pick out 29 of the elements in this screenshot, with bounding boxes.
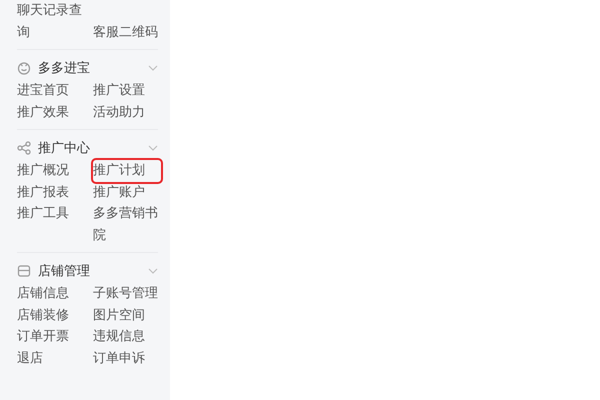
menu-item[interactable]: 店铺信息 bbox=[17, 283, 85, 304]
menu-item[interactable]: 违规信息 bbox=[93, 326, 161, 348]
store-icon bbox=[17, 264, 31, 278]
menu-item[interactable]: 子账号管理 bbox=[93, 283, 161, 304]
section-title: 推广中心 bbox=[38, 140, 91, 157]
share-icon bbox=[17, 141, 31, 155]
menu-item[interactable]: 订单申诉 bbox=[93, 348, 161, 369]
menu-item[interactable]: 店铺装修 bbox=[17, 304, 85, 326]
smiley-bag-icon bbox=[17, 61, 31, 75]
menu-item[interactable]: 多多营销书院 bbox=[93, 203, 161, 246]
menu-item[interactable]: 聊天记录查询 bbox=[17, 0, 85, 43]
menu-item[interactable]: 图片空间 bbox=[93, 304, 161, 326]
menu-item[interactable]: 活动助力 bbox=[93, 102, 161, 123]
chevron-icon[interactable] bbox=[148, 145, 158, 151]
menu-item[interactable]: 推广效果 bbox=[17, 102, 85, 123]
menu-item[interactable]: 推广账户 bbox=[93, 182, 161, 203]
menu-item[interactable]: 推广概况 bbox=[17, 160, 85, 182]
menu-item[interactable]: 推广报表 bbox=[17, 182, 85, 203]
chevron-icon[interactable] bbox=[148, 268, 158, 274]
section-title: 店铺管理 bbox=[38, 263, 91, 280]
menu-item[interactable]: 进宝首页 bbox=[17, 80, 85, 102]
menu-item[interactable]: 退店 bbox=[17, 348, 85, 369]
menu-item[interactable]: 推广设置 bbox=[93, 80, 161, 102]
section-title: 多多进宝 bbox=[38, 60, 91, 77]
menu-item[interactable]: 订单开票 bbox=[17, 326, 85, 348]
chevron-icon[interactable] bbox=[148, 65, 158, 71]
menu-item[interactable]: 客服二维码 bbox=[93, 22, 161, 43]
menu-item[interactable]: 推广计划 bbox=[93, 160, 161, 182]
menu-item[interactable]: 推广工具 bbox=[17, 203, 85, 246]
